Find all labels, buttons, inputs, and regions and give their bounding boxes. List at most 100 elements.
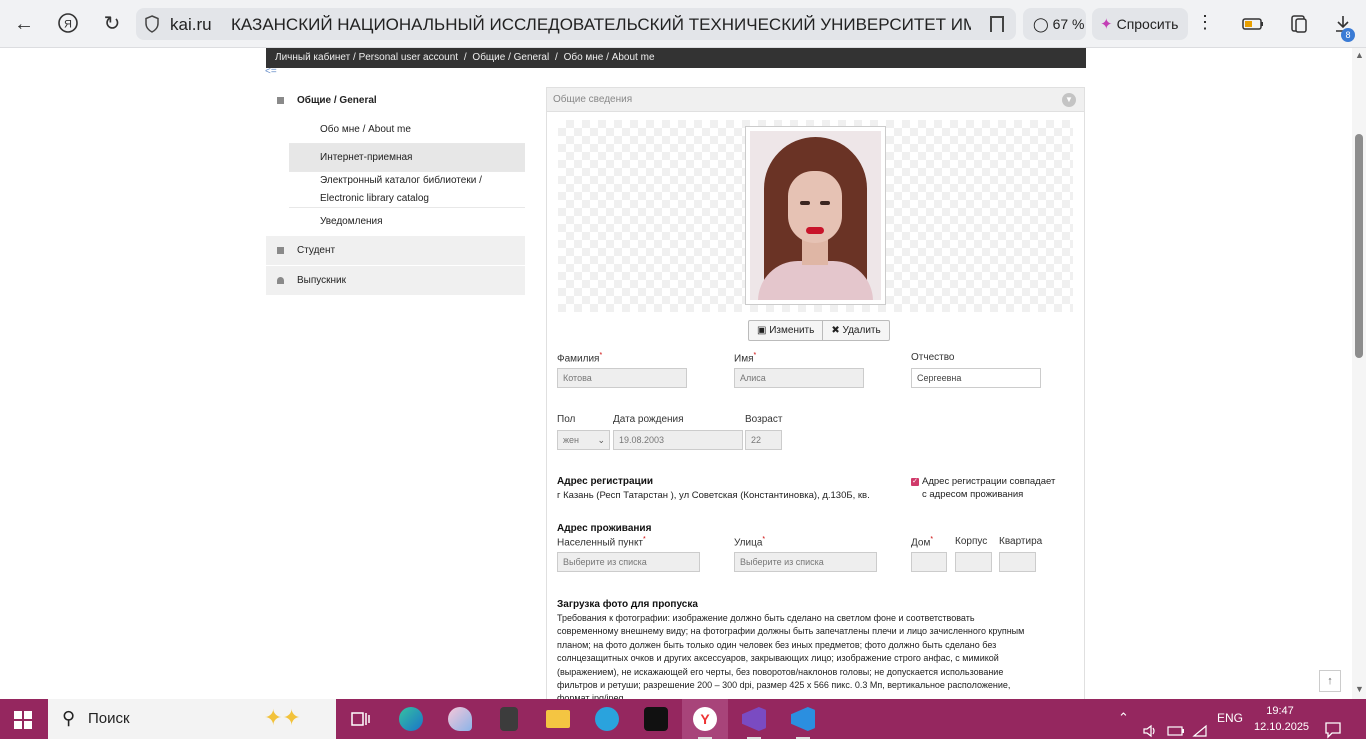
visual-studio-icon[interactable] [731, 699, 777, 739]
sidebar-item-graduate[interactable]: Выпускник [266, 266, 525, 296]
apartment-field[interactable] [999, 552, 1036, 572]
collections-icon[interactable] [1288, 14, 1310, 34]
change-photo-button[interactable]: ▣ Изменить [749, 321, 822, 340]
battery-icon[interactable] [1167, 711, 1185, 751]
sparkle-icon: ✦ [1100, 16, 1113, 33]
photo-actions: ▣ Изменить ✖ Удалить [748, 320, 890, 341]
breadcrumb: Личный кабинет / Personal user account /… [266, 48, 1086, 68]
sidebar-item-label: Выпускник [297, 275, 347, 286]
collapse-menu-icon[interactable]: <= [265, 66, 277, 77]
sidebar-item-about-me[interactable]: Обо мне / About me [289, 116, 525, 144]
edge-icon[interactable] [388, 699, 434, 739]
photo-area [558, 120, 1073, 312]
profile-photo [750, 131, 881, 300]
sidebar-item-internet-reception[interactable]: Интернет-приемная [289, 144, 525, 172]
page-scrollbar[interactable]: ▲ ▼ [1352, 48, 1366, 699]
breadcrumb-item[interactable]: Общие / General [472, 52, 549, 63]
scroll-to-top-button[interactable]: ↑ [1319, 670, 1341, 692]
zoom-indicator[interactable]: ◯ 67 % [1023, 8, 1086, 40]
shield-icon[interactable] [144, 15, 160, 33]
age-field[interactable]: 22 [745, 430, 782, 450]
calculator-icon[interactable] [486, 699, 532, 739]
sex-select[interactable]: жен ⌄ [557, 430, 610, 450]
chevron-down-icon: ⌄ [597, 435, 605, 445]
breadcrumb-item[interactable]: Личный кабинет / Personal user account [275, 52, 458, 63]
registration-address-value: г Казань (Респ Татарстан ), ул Советская… [557, 490, 870, 501]
yandex-browser-icon[interactable]: Y [682, 699, 728, 739]
download-badge: 8 [1341, 28, 1355, 42]
patronymic-field[interactable]: Сергеевна [911, 368, 1041, 388]
sidebar-item-label: Общие / General [297, 95, 377, 106]
wifi-icon[interactable] [1192, 711, 1208, 751]
figma-icon[interactable] [633, 699, 679, 739]
locality-select[interactable]: Выберите из списка [557, 552, 700, 572]
graduate-icon [277, 277, 284, 284]
address-bar[interactable]: kai.ru КАЗАНСКИЙ НАЦИОНАЛЬНЫЙ ИССЛЕДОВАТ… [136, 8, 1016, 40]
building-field[interactable] [955, 552, 992, 572]
sidebar-menu: Общие / General Обо мне / About me Интер… [266, 86, 525, 296]
back-icon[interactable]: ← [12, 12, 36, 36]
svg-text:Y: Y [700, 711, 710, 727]
telegram-icon[interactable] [584, 699, 630, 739]
ask-label: Спросить [1116, 16, 1179, 32]
same-address-checkbox[interactable]: ✓ [911, 478, 919, 486]
surname-field[interactable]: Котова [557, 368, 687, 388]
chevron-down-icon[interactable]: ▼ [1062, 93, 1076, 107]
apartment-label: Квартира [999, 536, 1043, 547]
paint-icon[interactable] [437, 699, 483, 739]
name-field[interactable]: Алиса [734, 368, 864, 388]
breadcrumb-item[interactable]: Обо мне / About me [564, 52, 655, 63]
bookmark-icon[interactable] [990, 16, 1004, 32]
birthdate-label: Дата рождения [613, 414, 684, 425]
street-label: Улица* [734, 536, 766, 549]
sidebar-item-student[interactable]: Студент [266, 236, 525, 266]
menu-icon[interactable]: ⋮ [1196, 12, 1214, 33]
sidebar-item-library-catalog[interactable]: Электронный каталог библиотеки / Electro… [289, 172, 525, 208]
building-label: Корпус [955, 536, 988, 547]
address-page-title[interactable]: КАЗАНСКИЙ НАЦИОНАЛЬНЫЙ ИССЛЕДОВАТЕЛЬСКИЙ… [231, 15, 971, 35]
birthdate-field[interactable]: 19.08.2003 [613, 430, 743, 450]
clock[interactable]: 19:47 12.10.2025 [1254, 703, 1310, 735]
volume-icon[interactable] [1142, 711, 1158, 751]
copilot-sparkle-icon: ✦✦ [264, 705, 301, 730]
reload-icon[interactable]: ↻ [100, 12, 124, 36]
scroll-up-arrow[interactable]: ▲ [1355, 50, 1364, 60]
ask-button[interactable]: ✦ Спросить [1092, 8, 1188, 40]
battery-icon[interactable] [1242, 14, 1264, 34]
delete-photo-button[interactable]: ✖ Удалить [822, 321, 888, 340]
sidebar-item-notifications[interactable]: Уведомления [289, 208, 525, 236]
vscode-icon[interactable] [780, 699, 826, 739]
patronymic-label: Отчество [911, 352, 955, 363]
folder-icon [277, 97, 284, 104]
close-icon: ✖ [831, 325, 840, 336]
pass-photo-requirements: Требования к фотографии: изображение дол… [557, 613, 1025, 703]
residence-address-title: Адрес проживания [557, 523, 652, 534]
scroll-down-arrow[interactable]: ▼ [1355, 684, 1364, 694]
search-chat-icon: ◯ [1033, 16, 1049, 32]
svg-text:Я: Я [64, 19, 72, 31]
profile-photo-frame [745, 126, 886, 305]
scrollbar-thumb[interactable] [1355, 134, 1363, 358]
explorer-icon[interactable] [535, 699, 581, 739]
taskbar-search[interactable]: ⚲ Поиск ✦✦ [48, 699, 336, 739]
address-domain[interactable]: kai.ru [170, 15, 212, 35]
panel-header[interactable]: Общие сведения ▼ [547, 88, 1084, 112]
registration-address-title: Адрес регистрации [557, 476, 654, 487]
name-label: Имя* [734, 352, 757, 365]
zoom-value: 67 % [1052, 16, 1085, 32]
sex-label: Пол [557, 414, 576, 425]
street-select[interactable]: Выберите из списка [734, 552, 877, 572]
tray-overflow-icon[interactable]: ⌃ [1118, 710, 1129, 750]
language-indicator[interactable]: ENG [1217, 711, 1243, 751]
pass-photo-title: Загрузка фото для пропуска [557, 599, 698, 610]
sidebar-item-general[interactable]: Общие / General [266, 86, 525, 116]
clock-date: 12.10.2025 [1254, 721, 1310, 733]
locality-label: Населенный пункт* [557, 536, 646, 549]
yandex-icon[interactable]: Я [56, 12, 80, 36]
browser-toolbar: ← Я ↻ kai.ru КАЗАНСКИЙ НАЦИОНАЛЬНЫЙ ИССЛ… [0, 0, 1366, 48]
notifications-icon[interactable] [1324, 710, 1342, 750]
windows-start-icon[interactable] [14, 711, 32, 729]
house-field[interactable] [911, 552, 947, 572]
task-view-icon[interactable] [337, 699, 383, 739]
sidebar-submenu: Обо мне / About me Интернет-приемная Эле… [266, 116, 525, 236]
